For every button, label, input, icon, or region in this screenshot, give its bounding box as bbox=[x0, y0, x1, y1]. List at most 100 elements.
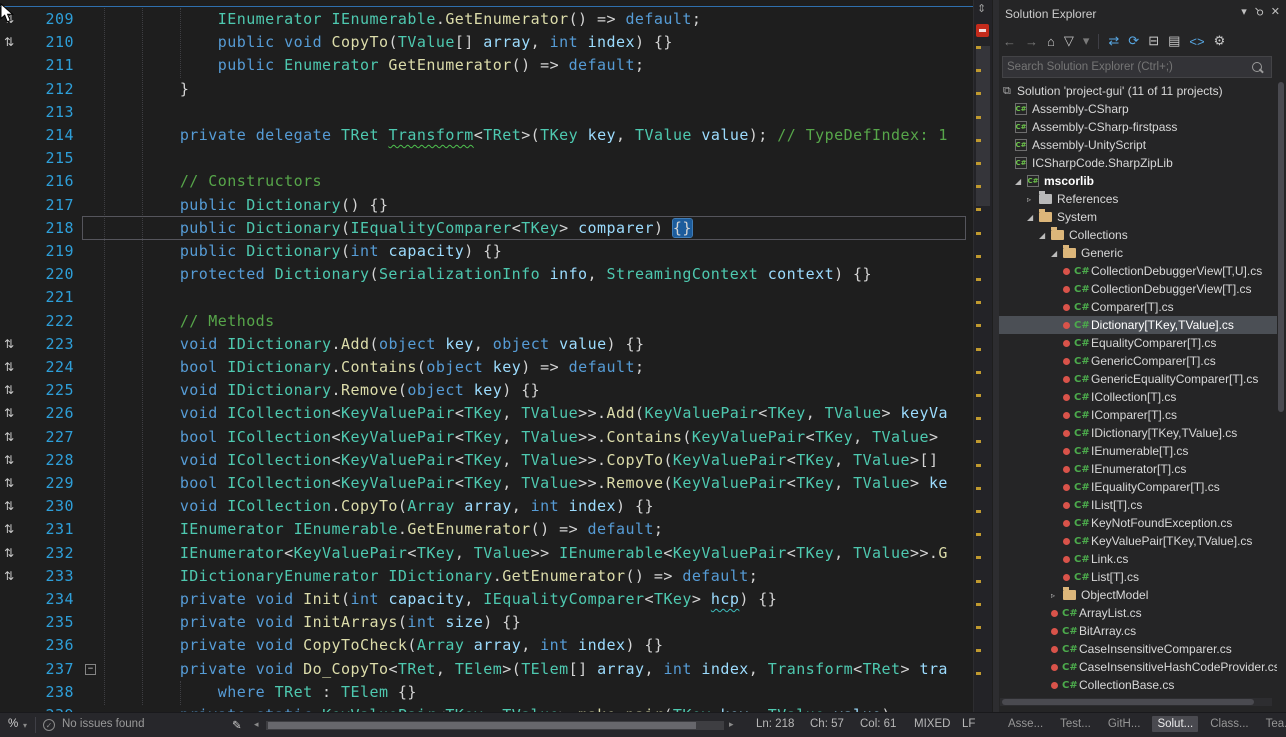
tool-window-tab-solut[interactable]: Solut... bbox=[1152, 716, 1198, 732]
tree-item-system[interactable]: ◢System bbox=[999, 208, 1277, 226]
tree-item-assembly-csharp-firstpass[interactable]: C#Assembly-CSharp-firstpass bbox=[999, 118, 1277, 136]
zoom-control[interactable]: % bbox=[8, 718, 18, 730]
code-line[interactable]: } bbox=[104, 78, 189, 101]
code-line[interactable]: IEnumerator IEnumerable.GetEnumerator() … bbox=[104, 518, 663, 541]
line-number[interactable]: 235 bbox=[24, 611, 74, 634]
tree-item-generic[interactable]: ◢Generic bbox=[999, 244, 1277, 262]
code-line[interactable]: void IDictionary.Add(object key, object … bbox=[104, 333, 644, 356]
line-indicator[interactable]: Ln: 218 bbox=[756, 718, 794, 730]
code-line[interactable]: IEnumerator IEnumerable.GetEnumerator() … bbox=[104, 8, 701, 31]
tree-item-ilist-t-cs[interactable]: C#IList[T].cs bbox=[999, 496, 1277, 514]
line-number[interactable]: 219 bbox=[24, 240, 74, 263]
tree-item-icomparer-t-cs[interactable]: C#IComparer[T].cs bbox=[999, 406, 1277, 424]
line-number[interactable]: 227 bbox=[24, 426, 74, 449]
tool-window-tab-tea[interactable]: Tea... bbox=[1261, 716, 1286, 732]
code-line[interactable]: bool IDictionary.Contains(object key) =>… bbox=[104, 356, 644, 379]
line-number[interactable]: 228 bbox=[24, 449, 74, 472]
code-line[interactable]: private void Init(int capacity, IEqualit… bbox=[104, 588, 777, 611]
code-line[interactable]: void IDictionary.Remove(object key) {} bbox=[104, 379, 540, 402]
tree-item-solution-project-gui-11-of-11-projects[interactable]: ⧉Solution 'project-gui' (11 of 11 projec… bbox=[999, 82, 1277, 100]
tree-item-arraylist-cs[interactable]: C#ArrayList.cs bbox=[999, 604, 1277, 622]
tree-item-icollection-t-cs[interactable]: C#ICollection[T].cs bbox=[999, 388, 1277, 406]
code-line[interactable]: void ICollection<KeyValuePair<TKey, TVal… bbox=[104, 449, 938, 472]
tree-item-mscorlib[interactable]: ◢C#mscorlib bbox=[999, 172, 1277, 190]
tree-item-keynotfoundexception-cs[interactable]: C#KeyNotFoundException.cs bbox=[999, 514, 1277, 532]
code-editor[interactable]: ⇅209IEnumerator IEnumerable.GetEnumerato… bbox=[0, 0, 993, 712]
line-number[interactable]: 239 bbox=[24, 704, 74, 712]
code-line[interactable]: // Constructors bbox=[104, 170, 322, 193]
code-line[interactable]: bool ICollection<KeyValuePair<TKey, TVal… bbox=[104, 472, 948, 495]
line-number[interactable]: 237 bbox=[24, 658, 74, 681]
column-indicator[interactable]: Col: 61 bbox=[860, 718, 896, 730]
line-number[interactable]: 226 bbox=[24, 402, 74, 425]
code-line[interactable]: public Dictionary() {} bbox=[104, 194, 388, 217]
editor-vertical-scrollbar[interactable]: ⇕ bbox=[973, 0, 992, 712]
scrollbar-thumb[interactable] bbox=[268, 722, 696, 729]
line-number[interactable]: 223 bbox=[24, 333, 74, 356]
scrollbar-thumb[interactable] bbox=[1002, 699, 1254, 705]
line-number[interactable]: 225 bbox=[24, 379, 74, 402]
code-line[interactable]: private void Do_CopyTo<TRet, TElem>(TEle… bbox=[104, 658, 948, 681]
tree-item-caseinsensitivehashcodeprovider-cs[interactable]: C#CaseInsensitiveHashCodeProvider.cs bbox=[999, 658, 1277, 676]
line-number[interactable]: 213 bbox=[24, 101, 74, 124]
line-number[interactable]: 211 bbox=[24, 54, 74, 77]
tree-item-assembly-unityscript[interactable]: C#Assembly-UnityScript bbox=[999, 136, 1277, 154]
line-number[interactable]: 231 bbox=[24, 518, 74, 541]
implements-glyph-icon[interactable]: ⇅ bbox=[4, 31, 24, 55]
chevron-collapsed-icon[interactable]: ▹ bbox=[1051, 591, 1063, 600]
tree-horizontal-scrollbar[interactable] bbox=[1000, 698, 1272, 706]
tree-item-link-cs[interactable]: C#Link.cs bbox=[999, 550, 1277, 568]
tree-item-objectmodel[interactable]: ▹ObjectModel bbox=[999, 586, 1277, 604]
document-health-error-icon[interactable] bbox=[976, 24, 989, 37]
tree-item-collectionbase-cs[interactable]: C#CollectionBase.cs bbox=[999, 676, 1277, 694]
tree-item-idictionary-tkey-tvalue-cs[interactable]: C#IDictionary[TKey,TValue].cs bbox=[999, 424, 1277, 442]
code-line[interactable]: public void CopyTo(TValue[] array, int i… bbox=[104, 31, 673, 54]
tree-item-list-t-cs[interactable]: C#List[T].cs bbox=[999, 568, 1277, 586]
tool-window-tab-gith[interactable]: GitH... bbox=[1103, 716, 1146, 732]
code-line[interactable]: void ICollection<KeyValuePair<TKey, TVal… bbox=[104, 402, 948, 425]
implements-glyph-icon[interactable]: ⇅ bbox=[4, 542, 24, 566]
tree-item-collections[interactable]: ◢Collections bbox=[999, 226, 1277, 244]
line-number[interactable]: 210 bbox=[24, 31, 74, 54]
line-number[interactable]: 218 bbox=[24, 217, 74, 240]
code-line[interactable]: private void InitArrays(int size) {} bbox=[104, 611, 521, 634]
code-line[interactable]: void ICollection.CopyTo(Array array, int… bbox=[104, 495, 654, 518]
tree-item-dictionary-tkey-tvalue-cs[interactable]: C#Dictionary[TKey,TValue].cs bbox=[999, 316, 1277, 334]
line-number[interactable]: 212 bbox=[24, 78, 74, 101]
indentation-indicator[interactable]: MIXED bbox=[914, 718, 950, 730]
tree-vertical-scrollbar-thumb[interactable] bbox=[1278, 82, 1284, 412]
tree-item-equalitycomparer-t-cs[interactable]: C#EqualityComparer[T].cs bbox=[999, 334, 1277, 352]
tree-item-keyvaluepair-tkey-tvalue-cs[interactable]: C#KeyValuePair[TKey,TValue].cs bbox=[999, 532, 1277, 550]
code-line[interactable]: public Enumerator GetEnumerator() => def… bbox=[104, 54, 644, 77]
tree-item-references[interactable]: ▹References bbox=[999, 190, 1277, 208]
code-line[interactable]: private delegate TRet Transform<TRet>(TK… bbox=[104, 124, 948, 147]
issues-status[interactable]: No issues found bbox=[62, 718, 144, 730]
code-line[interactable]: public Dictionary(int capacity) {} bbox=[104, 240, 502, 263]
line-number[interactable]: 217 bbox=[24, 194, 74, 217]
chevron-expanded-icon[interactable]: ◢ bbox=[1027, 213, 1039, 222]
code-line[interactable]: IEnumerator<KeyValuePair<TKey, TValue>> … bbox=[104, 542, 948, 565]
tool-window-tab-class[interactable]: Class... bbox=[1205, 716, 1253, 732]
line-number[interactable]: 214 bbox=[24, 124, 74, 147]
tree-item-collectiondebuggerview-t-u-cs[interactable]: C#CollectionDebuggerView[T,U].cs bbox=[999, 262, 1277, 280]
line-number[interactable]: 236 bbox=[24, 634, 74, 657]
fold-collapse-box[interactable]: − bbox=[85, 664, 96, 675]
code-line[interactable]: bool ICollection<KeyValuePair<TKey, TVal… bbox=[104, 426, 938, 449]
line-number[interactable]: 229 bbox=[24, 472, 74, 495]
line-number[interactable]: 224 bbox=[24, 356, 74, 379]
tree-item-iequalitycomparer-t-cs[interactable]: C#IEqualityComparer[T].cs bbox=[999, 478, 1277, 496]
tree-item-comparer-t-cs[interactable]: C#Comparer[T].cs bbox=[999, 298, 1277, 316]
tool-window-tab-test[interactable]: Test... bbox=[1055, 716, 1096, 732]
code-line[interactable]: where TRet : TElem {} bbox=[104, 681, 417, 704]
line-number[interactable]: 221 bbox=[24, 286, 74, 309]
chevron-collapsed-icon[interactable]: ▹ bbox=[1027, 195, 1039, 204]
tree-item-icsharpcode-sharpziplib[interactable]: C#ICSharpCode.SharpZipLib bbox=[999, 154, 1277, 172]
implements-glyph-icon[interactable]: ⇅ bbox=[4, 518, 24, 542]
implements-glyph-icon[interactable]: ⇅ bbox=[4, 472, 24, 496]
tree-item-bitarray-cs[interactable]: C#BitArray.cs bbox=[999, 622, 1277, 640]
line-ending-indicator[interactable]: LF bbox=[962, 718, 975, 730]
implements-glyph-icon[interactable]: ⇅ bbox=[4, 565, 24, 589]
implements-glyph-icon[interactable]: ⇅ bbox=[4, 495, 24, 519]
implements-glyph-icon[interactable]: ⇅ bbox=[4, 402, 24, 426]
implements-glyph-icon[interactable]: ⇅ bbox=[4, 449, 24, 473]
